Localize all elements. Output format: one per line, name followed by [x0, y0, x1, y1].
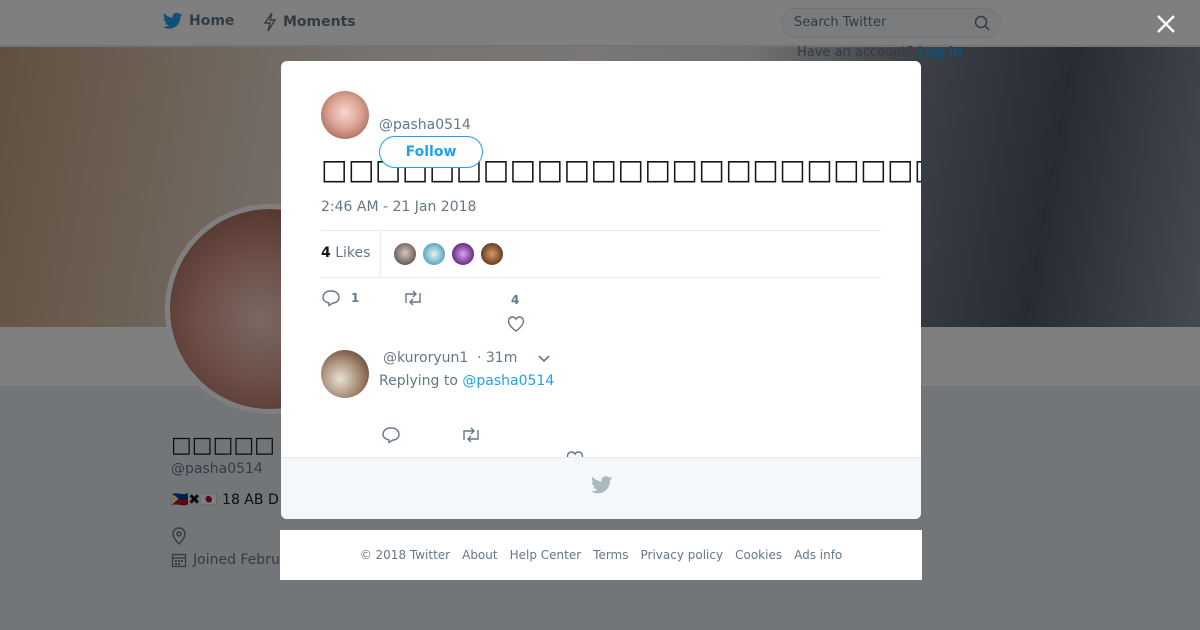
tweet-modal: @pasha0514 □□□□□□□□□□□□□□□□□□□□□□□□□□ Fo…	[281, 61, 921, 519]
footer-copyright: © 2018 Twitter	[359, 548, 451, 562]
replying-handle-link[interactable]: @pasha0514	[462, 373, 554, 389]
retweet-action[interactable]	[402, 289, 424, 307]
likers-list	[393, 242, 504, 266]
reply-icon	[322, 290, 340, 307]
likes-word: Likes	[335, 245, 371, 261]
likes-number: 4	[321, 245, 331, 261]
site-footer: © 2018 Twitter About Help Center Terms P…	[280, 530, 922, 580]
footer-link-cookies[interactable]: Cookies	[735, 548, 782, 562]
footer-link-ads[interactable]: Ads info	[794, 548, 842, 562]
tweet-actions: 1 4	[321, 289, 621, 332]
modal-footer	[281, 457, 921, 519]
liker-avatar[interactable]	[451, 242, 475, 266]
reply-time[interactable]: · 31m	[477, 350, 517, 366]
stats-divider	[380, 231, 381, 277]
author-avatar[interactable]	[321, 91, 369, 139]
liker-avatar[interactable]	[480, 242, 504, 266]
reply-icon[interactable]	[381, 426, 401, 444]
tweet-stats: 4 Likes	[321, 230, 881, 278]
footer-link-about[interactable]: About	[462, 548, 497, 562]
likes-count[interactable]: 4 Likes	[321, 245, 370, 261]
twitter-bird-icon	[591, 476, 613, 494]
liker-avatar[interactable]	[422, 242, 446, 266]
like-count-label: 4	[511, 293, 519, 307]
reply-handle[interactable]: @kuroryun1	[383, 350, 468, 366]
like-count: 4	[511, 293, 520, 307]
footer-link-terms[interactable]: Terms	[593, 548, 628, 562]
retweet-icon[interactable]	[460, 426, 482, 444]
replying-prefix: Replying to	[379, 373, 458, 389]
reply-avatar[interactable]	[321, 350, 369, 398]
liker-avatar[interactable]	[393, 242, 417, 266]
chevron-down-icon[interactable]	[537, 352, 551, 364]
reply-count: 1	[351, 291, 360, 305]
heart-icon[interactable]	[507, 315, 525, 333]
reply-action[interactable]: 1	[321, 289, 359, 307]
retweet-icon	[405, 290, 421, 306]
close-icon[interactable]	[1154, 12, 1178, 36]
author-handle[interactable]: @pasha0514	[379, 117, 471, 133]
follow-button[interactable]: Follow	[379, 136, 483, 168]
replying-to: Replying to @pasha0514	[379, 373, 554, 389]
tweet-timestamp[interactable]: 2:46 AM - 21 Jan 2018	[321, 199, 476, 215]
footer-link-privacy[interactable]: Privacy policy	[641, 548, 724, 562]
reply-tweet[interactable]: @kuroryun1 · 31m Replying to @pasha0514	[321, 350, 881, 467]
footer-link-help[interactable]: Help Center	[510, 548, 582, 562]
